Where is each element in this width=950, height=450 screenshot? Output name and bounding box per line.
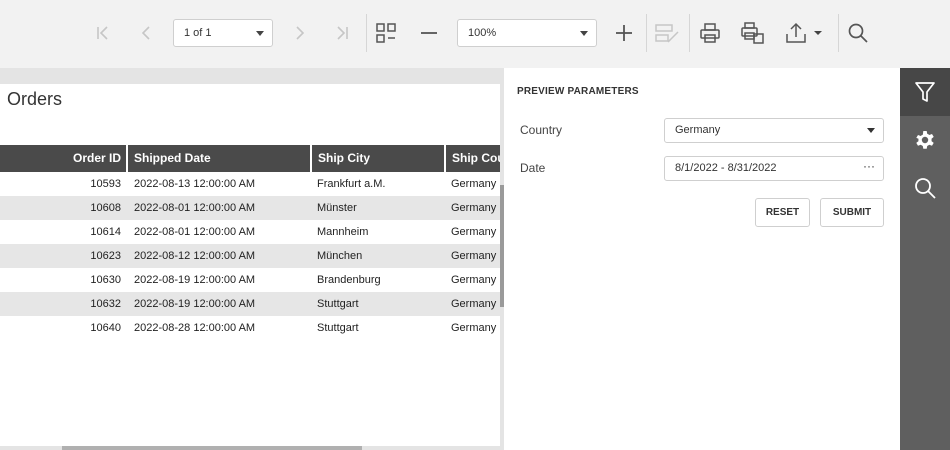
cell-shipped-date: 2022-08-13 12:00:00 AM (134, 178, 256, 190)
cell-shipped-date: 2022-08-19 12:00:00 AM (134, 274, 256, 286)
date-range-field[interactable]: 8/1/2022 - 8/31/2022 ··· (664, 156, 884, 181)
page-selector[interactable]: 1 of 1 (173, 19, 273, 47)
caret-down-icon (867, 128, 875, 133)
caret-down-icon (256, 31, 264, 36)
report-title: Orders (7, 89, 63, 109)
cell-order-id: 10632 (90, 298, 121, 310)
date-range-value: 8/1/2022 - 8/31/2022 (675, 162, 777, 174)
caret-down-icon (580, 31, 588, 36)
country-select-value: Germany (675, 124, 721, 136)
toolbar-separator (689, 14, 690, 52)
print-button[interactable] (694, 14, 726, 52)
cell-shipped-date: 2022-08-01 12:00:00 AM (134, 226, 256, 238)
cell-ship-country: Germany (451, 178, 497, 190)
param-label-date: Date (520, 161, 546, 175)
ellipsis-icon[interactable]: ··· (863, 155, 875, 178)
panel-title: PREVIEW PARAMETERS (517, 86, 639, 97)
cell-ship-country: Germany (451, 250, 497, 262)
cell-ship-city: Stuttgart (317, 298, 359, 310)
table-row: 10632 2022-08-19 12:00:00 AM Stuttgart Germ… (0, 292, 500, 316)
column-header-ship-city: Ship City (312, 145, 444, 172)
first-page-icon (97, 26, 108, 40)
table-row: 10614 2022-08-01 12:00:00 AM Mannheim Germa… (0, 220, 500, 244)
chevron-left-icon (141, 26, 150, 40)
plus-icon (616, 25, 632, 41)
cell-ship-city: Mannheim (317, 226, 369, 238)
last-page-icon (337, 26, 348, 40)
print-page-icon (741, 22, 764, 44)
cell-order-id: 10623 (90, 250, 121, 262)
export-button[interactable] (781, 14, 827, 52)
export-icon (786, 22, 822, 43)
zoom-in-button[interactable] (609, 14, 639, 52)
zoom-selector-value: 100% (468, 27, 497, 39)
edit-fields-icon (655, 24, 679, 43)
cell-shipped-date: 2022-08-01 12:00:00 AM (134, 202, 256, 214)
first-page-button[interactable] (88, 14, 118, 52)
cell-ship-city: München (317, 250, 363, 262)
prev-page-button[interactable] (132, 14, 160, 52)
cell-order-id: 10593 (90, 178, 121, 190)
column-header-ship-country: Ship Cou (446, 145, 500, 172)
table-row: 10640 2022-08-28 12:00:00 AM Stuttgart Germ… (0, 316, 500, 340)
search-icon (915, 178, 936, 199)
cell-ship-city: Stuttgart (317, 322, 359, 334)
cell-shipped-date: 2022-08-12 12:00:00 AM (134, 250, 256, 262)
gear-icon (916, 131, 934, 149)
cell-ship-country: Germany (451, 226, 497, 238)
cell-order-id: 10640 (90, 322, 121, 334)
page-selector-value: 1 of 1 (184, 27, 212, 39)
toolbar-separator (646, 14, 647, 52)
column-header-shipped-date: Shipped Date (128, 145, 310, 172)
cell-order-id: 10630 (90, 274, 121, 286)
search-icon (848, 23, 868, 43)
cell-shipped-date: 2022-08-28 12:00:00 AM (134, 322, 256, 334)
reset-button[interactable]: RESET (755, 198, 810, 227)
horizontal-scrollbar[interactable] (62, 446, 362, 450)
multipage-icon (376, 23, 396, 43)
column-header-order-id: Order ID (0, 145, 126, 172)
cell-ship-city: Münster (317, 202, 357, 214)
table-row: 10623 2022-08-12 12:00:00 AM München German… (0, 244, 500, 268)
country-select[interactable]: Germany (664, 118, 884, 143)
chevron-right-icon (296, 26, 305, 40)
cell-order-id: 10614 (90, 226, 121, 238)
cell-ship-city: Brandenburg (317, 274, 381, 286)
parameters-panel: PREVIEW PARAMETERS Country Germany Date … (504, 68, 900, 450)
side-tab-strip (900, 68, 950, 450)
tab-settings[interactable] (900, 116, 950, 164)
multipage-button[interactable] (370, 14, 402, 52)
cell-ship-country: Germany (451, 322, 497, 334)
toolbar-separator (838, 14, 839, 52)
submit-button[interactable]: SUBMIT (820, 198, 884, 227)
minus-icon (421, 32, 437, 34)
tab-parameters[interactable] (900, 68, 950, 116)
search-button[interactable] (842, 14, 874, 52)
cell-ship-country: Germany (451, 274, 497, 286)
toolbar-separator (366, 14, 367, 52)
printer-icon (700, 23, 720, 43)
editing-fields-button[interactable] (650, 14, 684, 52)
report-page: Orders Order ID Shipped Date Ship City S… (0, 84, 500, 446)
toolbar: 1 of 1 100% (0, 0, 950, 68)
zoom-out-button[interactable] (414, 14, 444, 52)
table-row: 10593 2022-08-13 12:00:00 AM Frankfurt a.M… (0, 172, 500, 196)
cell-ship-country: Germany (451, 202, 497, 214)
filter-icon (915, 82, 935, 102)
next-page-button[interactable] (286, 14, 314, 52)
document-viewer: Orders Order ID Shipped Date Ship City S… (0, 68, 504, 450)
cell-order-id: 10608 (90, 202, 121, 214)
cell-ship-country: Germany (451, 298, 497, 310)
table-row: 10608 2022-08-01 12:00:00 AM Münster German… (0, 196, 500, 220)
print-page-button[interactable] (736, 14, 770, 52)
last-page-button[interactable] (327, 14, 357, 52)
param-label-country: Country (520, 123, 563, 137)
cell-shipped-date: 2022-08-19 12:00:00 AM (134, 298, 256, 310)
zoom-selector[interactable]: 100% (457, 19, 597, 47)
cell-ship-city: Frankfurt a.M. (317, 178, 386, 190)
tab-search[interactable] (900, 164, 950, 212)
table-row: 10630 2022-08-19 12:00:00 AM Brandenburg Ge… (0, 268, 500, 292)
